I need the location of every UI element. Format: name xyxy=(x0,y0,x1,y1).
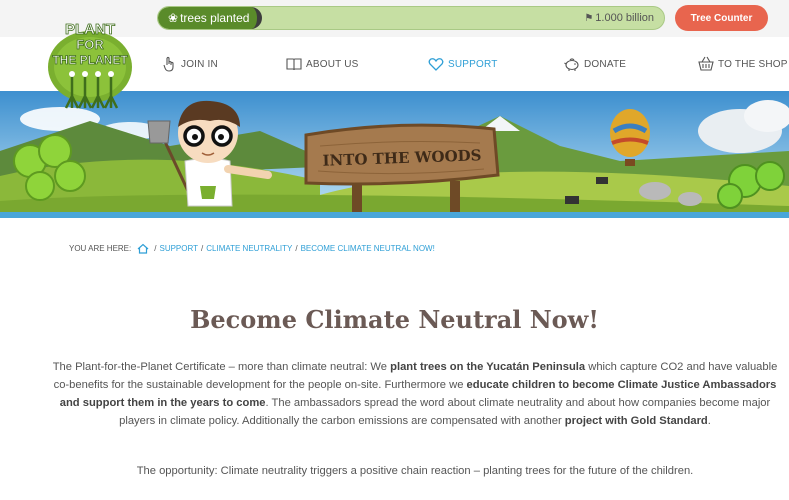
nav-item-donate[interactable]: DONATE xyxy=(564,37,626,91)
shopping-basket-icon xyxy=(698,56,714,71)
breadcrumb-item-climate-neutrality[interactable]: CLIMATE NEUTRALITY xyxy=(206,244,292,253)
svg-text:THE PLANET: THE PLANET xyxy=(52,53,128,67)
breadcrumb-separator: / xyxy=(201,244,204,253)
banner-divider xyxy=(0,212,789,218)
tree-pin-icon: ❀ xyxy=(168,11,179,25)
plant-for-the-planet-logo[interactable]: PLANT FOR THE PLANET xyxy=(42,12,142,112)
breadcrumb-label: YOU ARE HERE: xyxy=(69,244,132,253)
book-icon xyxy=(286,58,302,71)
nav-label-join-in: JOIN IN xyxy=(181,58,218,70)
trees-planted-label: trees planted xyxy=(180,11,250,25)
nav-item-support[interactable]: SUPPORT xyxy=(428,37,498,91)
flag-icon: ⚑ xyxy=(584,12,594,24)
breadcrumb-item-support[interactable]: SUPPORT xyxy=(159,244,198,253)
nav-label-support: SUPPORT xyxy=(448,58,498,70)
tree-progress-bar: ❀ trees planted ⚑ 1.000 billion xyxy=(157,6,665,30)
breadcrumb-separator: / xyxy=(154,244,157,253)
goal-label: 1.000 billion xyxy=(595,12,654,24)
breadcrumb: YOU ARE HERE: / SUPPORT / CLIMATE NEUTRA… xyxy=(69,243,435,254)
breadcrumb-item-current[interactable]: BECOME CLIMATE NEUTRAL NOW! xyxy=(301,244,435,253)
svg-text:FOR: FOR xyxy=(76,37,104,52)
tree-counter-button[interactable]: Tree Counter xyxy=(675,5,768,31)
heart-icon xyxy=(428,58,444,71)
intro-paragraph: The Plant-for-the-Planet Certificate – m… xyxy=(50,358,780,430)
tree-progress-fill: ❀ trees planted xyxy=(158,7,262,29)
nav-label-shop: TO THE SHOP xyxy=(718,58,788,70)
nav-label-about-us: ABOUT US xyxy=(306,58,359,70)
page-title: Become Climate Neutral Now! xyxy=(190,305,599,334)
intro-text: The Plant-for-the-Planet Certificate – m… xyxy=(52,361,391,373)
nav-item-join-in[interactable]: JOIN IN xyxy=(161,37,218,91)
svg-text:PLANT: PLANT xyxy=(65,21,115,38)
home-icon[interactable] xyxy=(137,243,149,254)
breadcrumb-separator: / xyxy=(295,244,298,253)
nav-item-about-us[interactable]: ABOUT US xyxy=(286,37,359,91)
piggy-bank-icon xyxy=(564,58,579,71)
opportunity-paragraph: The opportunity: Climate neutrality trig… xyxy=(136,465,694,477)
hand-pointer-icon xyxy=(163,56,174,72)
goal: ⚑ 1.000 billion xyxy=(584,7,654,29)
intro-text: . xyxy=(707,415,711,427)
nav-item-shop[interactable]: TO THE SHOP xyxy=(698,37,788,91)
intro-highlight-gold-standard: project with Gold Standard xyxy=(564,415,708,427)
nav-label-donate: DONATE xyxy=(584,58,627,70)
intro-highlight-yucatan: plant trees on the Yucatán Peninsula xyxy=(390,361,586,373)
